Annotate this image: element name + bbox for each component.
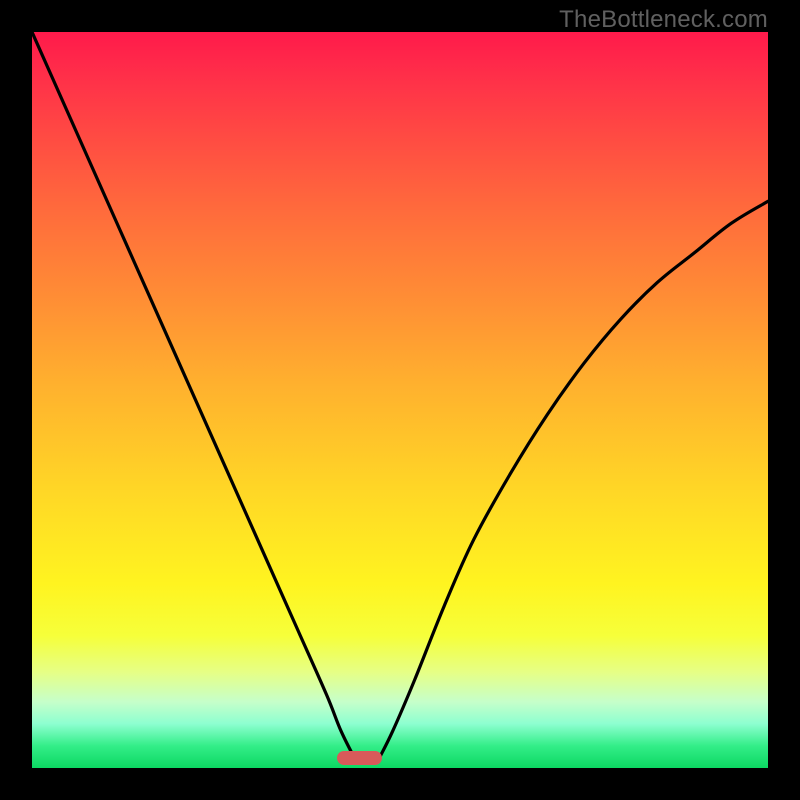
watermark-text: TheBottleneck.com bbox=[559, 6, 768, 34]
chart-frame: TheBottleneck.com bbox=[0, 0, 800, 800]
plot-area bbox=[32, 32, 768, 768]
bottleneck-marker bbox=[337, 751, 381, 765]
background-gradient bbox=[32, 32, 768, 768]
